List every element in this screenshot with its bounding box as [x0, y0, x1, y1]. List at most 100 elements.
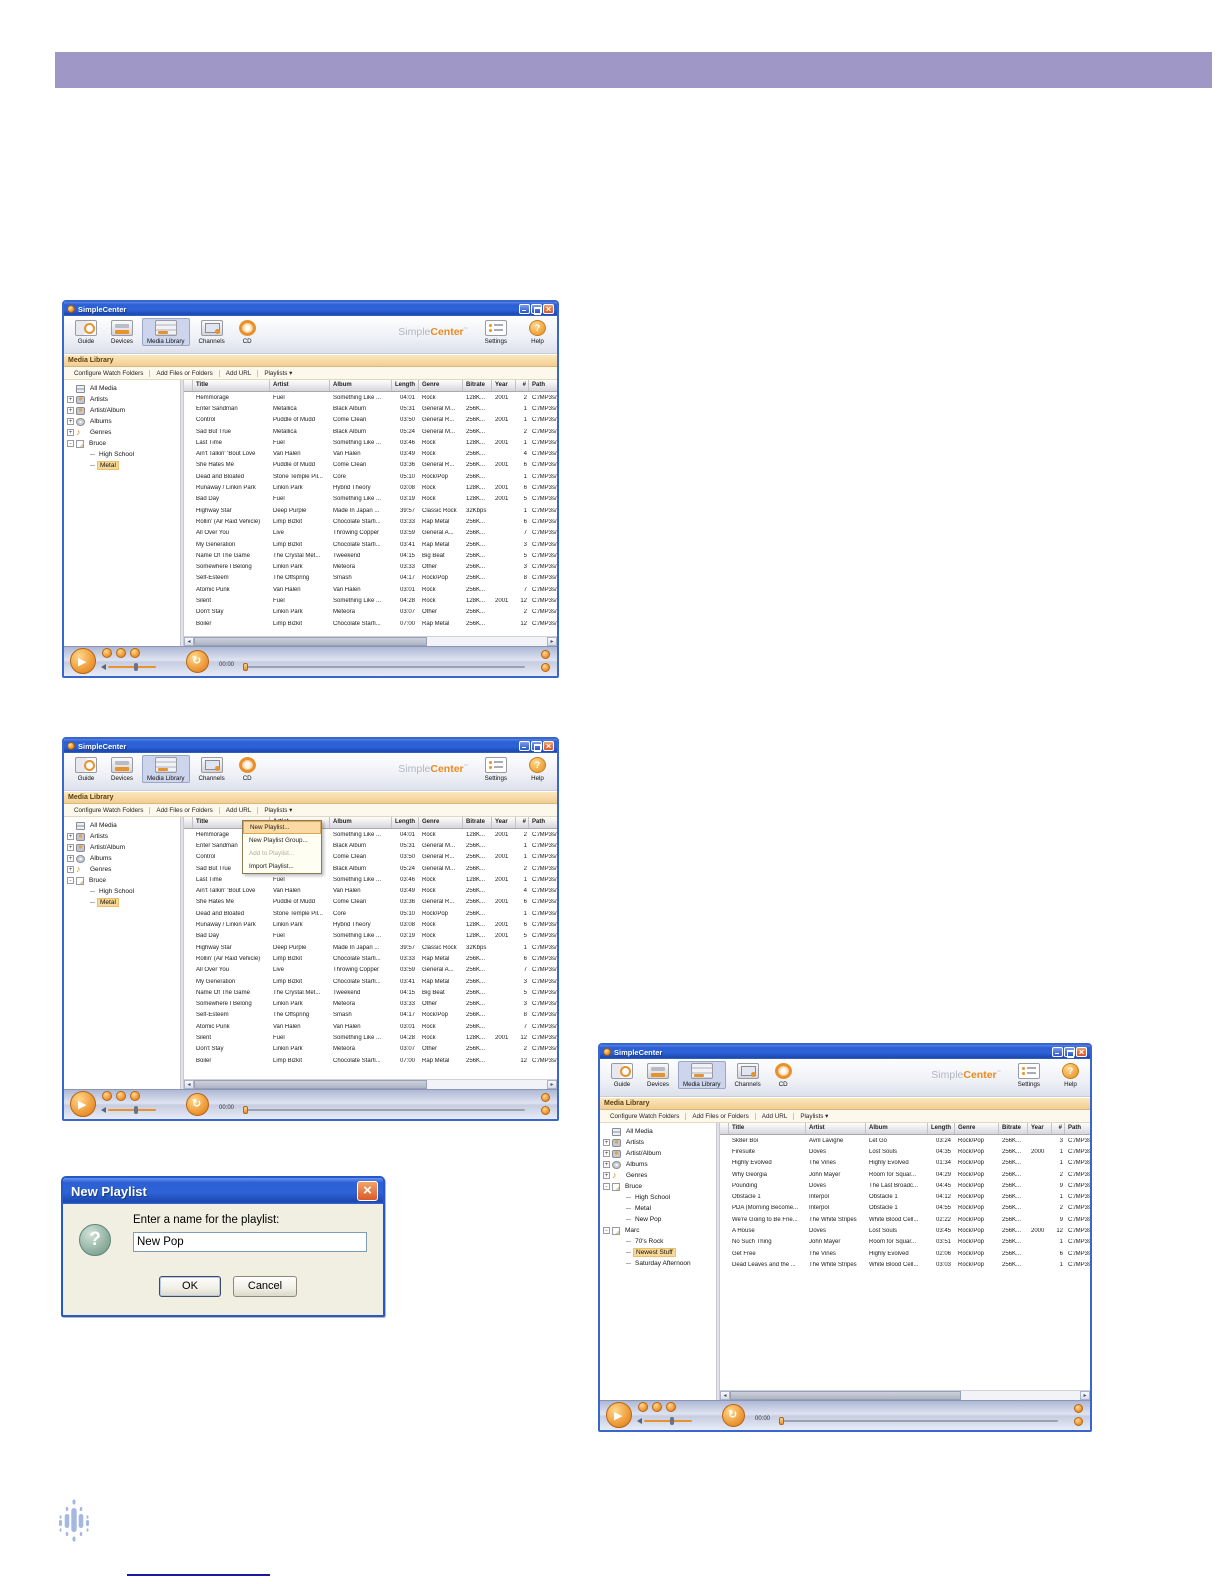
- nav-item[interactable]: Channels: [730, 1061, 766, 1089]
- scrollbar-thumb[interactable]: [730, 1391, 961, 1400]
- column-header[interactable]: #: [516, 380, 529, 391]
- column-header[interactable]: Year: [1028, 1123, 1052, 1134]
- tree-item[interactable]: Newest Stuff: [600, 1247, 716, 1258]
- tree-expander-icon[interactable]: +: [67, 866, 74, 873]
- library-toolbar-button[interactable]: Add URL: [218, 369, 258, 377]
- track-row[interactable]: Dead and Bloated Stone Temple Pil... Cor…: [184, 908, 557, 919]
- stop-button[interactable]: [102, 648, 112, 658]
- nav-item[interactable]: Guide: [70, 318, 102, 346]
- ok-button[interactable]: OK: [159, 1276, 221, 1297]
- track-row[interactable]: Highly Evolved The Vines Highly Evolved …: [720, 1158, 1090, 1169]
- track-row[interactable]: Why Georgia John Mayer Room for Squar...…: [720, 1169, 1090, 1180]
- previous-button[interactable]: [116, 648, 126, 658]
- track-row[interactable]: Rollin' (Air Raid Vehicle) Limp Bizkit C…: [184, 516, 557, 527]
- next-button[interactable]: [130, 1091, 140, 1101]
- tree-item[interactable]: - Marc: [600, 1225, 716, 1236]
- library-toolbar-button[interactable]: Playlists ▾: [257, 806, 298, 814]
- track-row[interactable]: Somewhere I Belong Linkin Park Meteora 0…: [184, 998, 557, 1009]
- column-header[interactable]: Path: [529, 380, 557, 391]
- track-row[interactable]: Name Of The Game The Crystal Met... Twee…: [184, 987, 557, 998]
- column-header[interactable]: Album: [330, 817, 392, 828]
- scroll-right-icon[interactable]: [547, 637, 557, 647]
- tree-item[interactable]: + Genres: [64, 427, 180, 438]
- horizontal-scrollbar[interactable]: [184, 636, 557, 647]
- tree-expander-icon[interactable]: +: [67, 396, 74, 403]
- track-row[interactable]: Enter Sandman Metallica Black Album 05:3…: [184, 403, 557, 414]
- nav-item[interactable]: Guide: [606, 1061, 638, 1089]
- track-row[interactable]: Ain't Talkin' 'Bout Love Van Halen Van H…: [184, 448, 557, 459]
- tree-item[interactable]: + Artists: [64, 394, 180, 405]
- column-header[interactable]: Genre: [955, 1123, 999, 1134]
- nav-item[interactable]: Devices: [642, 1061, 674, 1089]
- track-row[interactable]: Self-Esteem The Offspring Smash 04:17 Ro…: [184, 573, 557, 584]
- tree-item[interactable]: - Bruce: [64, 438, 180, 449]
- track-row[interactable]: Firesuite Doves Lost Souls 04:35 Rock/Po…: [720, 1146, 1090, 1157]
- tree-item[interactable]: All Media: [64, 383, 180, 394]
- help-button[interactable]: Help: [1057, 1061, 1084, 1089]
- column-header[interactable]: Album: [330, 380, 392, 391]
- track-row[interactable]: A House Doves Lost Souls 03:45 Rock/Pop …: [720, 1225, 1090, 1236]
- nav-item[interactable]: Devices: [106, 755, 138, 783]
- volume-knob[interactable]: [670, 1417, 674, 1425]
- column-header[interactable]: [720, 1123, 729, 1134]
- tree-expander-icon[interactable]: +: [67, 429, 74, 436]
- column-header[interactable]: Length: [928, 1123, 955, 1134]
- track-row[interactable]: Atomic Punk Van Halen Van Halen 03:01 Ro…: [184, 1021, 557, 1032]
- column-header[interactable]: Length: [392, 380, 419, 391]
- track-row[interactable]: She Hates Me Puddle of Mudd Come Clean 0…: [184, 897, 557, 908]
- volume-slider[interactable]: [108, 663, 156, 671]
- nav-item[interactable]: Guide: [70, 755, 102, 783]
- column-header[interactable]: Title: [193, 380, 270, 391]
- tree-item[interactable]: High School: [64, 886, 180, 897]
- nav-item[interactable]: Media Library: [142, 755, 190, 783]
- track-row[interactable]: All Over You Live Throwing Copper 03:59 …: [184, 528, 557, 539]
- help-button[interactable]: Help: [524, 318, 551, 346]
- tree-expander-icon[interactable]: +: [603, 1150, 610, 1157]
- scrollbar-thumb[interactable]: [194, 1080, 427, 1089]
- tree-expander-icon[interactable]: +: [603, 1161, 610, 1168]
- tree-expander-icon[interactable]: -: [67, 440, 74, 447]
- previous-button[interactable]: [116, 1091, 126, 1101]
- track-row[interactable]: Rollin' (Air Raid Vehicle) Limp Bizkit C…: [184, 953, 557, 964]
- tree-item[interactable]: - Bruce: [64, 875, 180, 886]
- track-row[interactable]: Bad Day Fuel Something Like ... 03:19 Ro…: [184, 494, 557, 505]
- volume-knob[interactable]: [134, 663, 138, 671]
- help-button[interactable]: Help: [524, 755, 551, 783]
- repeat-button[interactable]: [186, 650, 209, 673]
- maximize-button[interactable]: [531, 741, 542, 752]
- column-header[interactable]: #: [1052, 1123, 1065, 1134]
- stop-button[interactable]: [102, 1091, 112, 1101]
- tree-item[interactable]: All Media: [600, 1126, 716, 1137]
- window-titlebar[interactable]: SimpleCenter: [64, 302, 557, 316]
- seek-bar[interactable]: [779, 1417, 1058, 1425]
- dialog-close-icon[interactable]: [357, 1181, 378, 1201]
- horizontal-scrollbar[interactable]: [720, 1390, 1090, 1401]
- close-button[interactable]: [1076, 1047, 1087, 1057]
- minimize-button[interactable]: [519, 304, 530, 314]
- tree-item[interactable]: + Artist/Album: [64, 842, 180, 853]
- close-button[interactable]: [543, 304, 554, 314]
- tree-item[interactable]: - Bruce: [600, 1181, 716, 1192]
- playlists-menu-item[interactable]: Import Playlist...: [243, 860, 321, 873]
- seek-bar[interactable]: [243, 1106, 525, 1114]
- tree-item[interactable]: + Genres: [600, 1170, 716, 1181]
- close-button[interactable]: [543, 741, 554, 751]
- playlists-menu-item[interactable]: New Playlist Group...: [243, 834, 321, 847]
- column-header[interactable]: Path: [1065, 1123, 1090, 1134]
- nav-item[interactable]: Media Library: [678, 1061, 726, 1089]
- tree-expander-icon[interactable]: -: [67, 877, 74, 884]
- window-titlebar[interactable]: SimpleCenter: [64, 739, 557, 753]
- track-row[interactable]: Self-Esteem The Offspring Smash 04:17 Ro…: [184, 1010, 557, 1021]
- tree-expander-icon[interactable]: +: [67, 418, 74, 425]
- tree-item[interactable]: + Artists: [64, 831, 180, 842]
- tree-expander-icon[interactable]: +: [67, 855, 74, 862]
- nav-item[interactable]: CD: [234, 755, 261, 783]
- playlist-name-input[interactable]: [133, 1232, 367, 1252]
- dialog-titlebar[interactable]: New Playlist: [63, 1178, 383, 1204]
- volume-slider[interactable]: [108, 1106, 156, 1114]
- nav-item[interactable]: Devices: [106, 318, 138, 346]
- repeat-button[interactable]: [186, 1093, 209, 1116]
- tree-item[interactable]: Metal: [64, 460, 180, 471]
- scrollbar-track[interactable]: [194, 637, 547, 646]
- volume-control[interactable]: [101, 663, 156, 671]
